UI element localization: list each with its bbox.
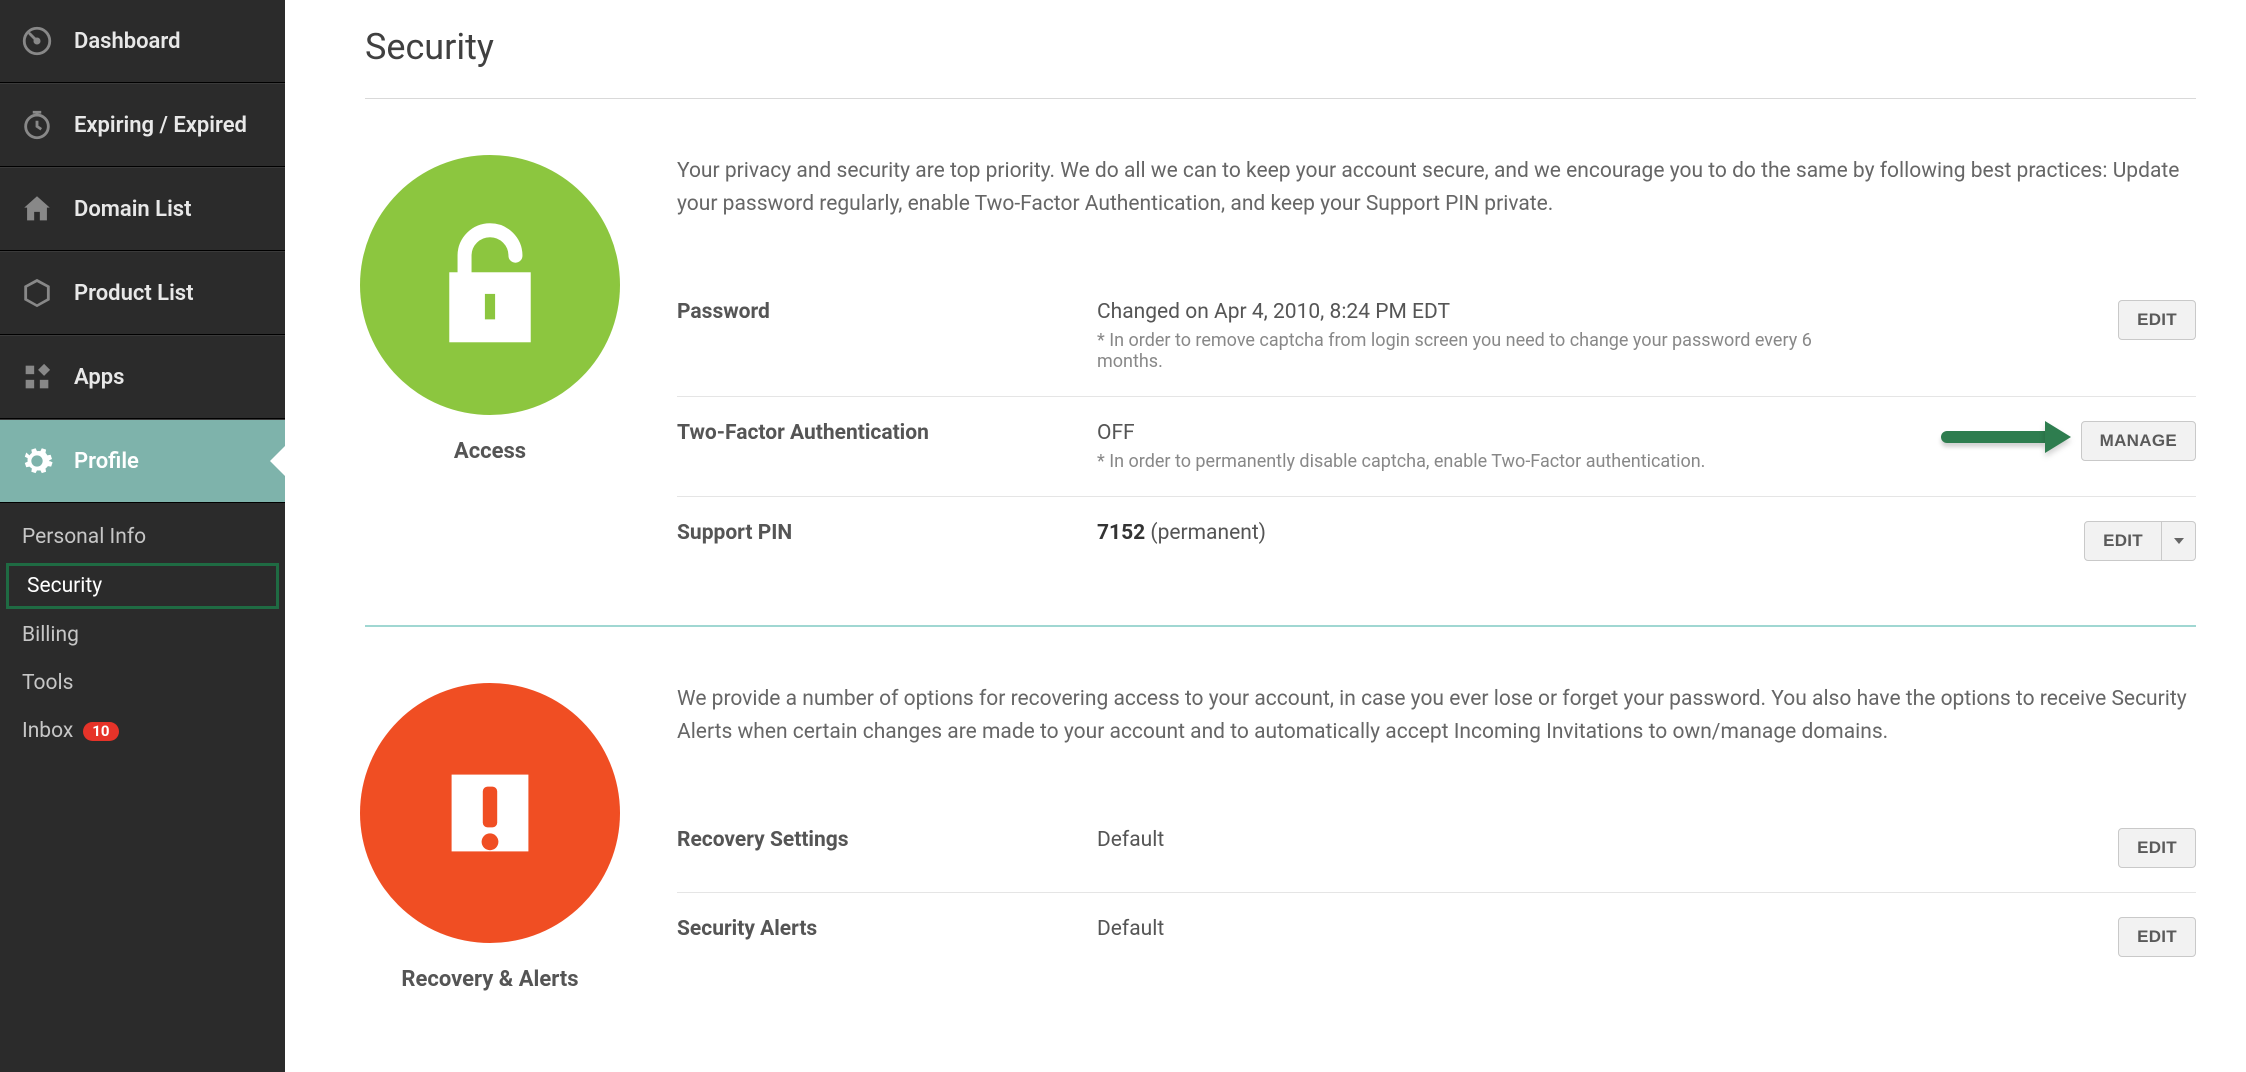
tfa-value-col: OFF * In order to permanently disable ca… (1097, 421, 1921, 472)
sidebar-item-label: Profile (74, 449, 139, 474)
recovery-settings-value-col: Default (1097, 828, 2098, 852)
sidebar-item-profile[interactable]: Profile (0, 419, 285, 503)
apps-icon (20, 360, 54, 394)
alerts-value-col: Default (1097, 917, 2098, 941)
recovery-intro: We provide a number of options for recov… (677, 683, 2196, 748)
sidebar-item-label: Product List (74, 281, 193, 306)
arrow-annotation-icon (1941, 421, 2071, 453)
row-recovery-settings: Recovery Settings Default EDIT (677, 804, 2196, 893)
recovery-body: We provide a number of options for recov… (677, 683, 2196, 981)
manage-tfa-button[interactable]: MANAGE (2081, 421, 2196, 461)
inbox-badge: 10 (83, 722, 118, 741)
subnav-billing[interactable]: Billing (0, 611, 285, 659)
subnav-inbox[interactable]: Inbox 10 (0, 707, 285, 755)
sidebar-item-apps[interactable]: Apps (0, 335, 285, 419)
alerts-label: Security Alerts (677, 917, 1077, 941)
row-security-alerts: Security Alerts Default EDIT (677, 893, 2196, 981)
tfa-value: OFF (1097, 421, 1921, 445)
edit-password-button[interactable]: EDIT (2118, 300, 2196, 340)
password-value: Changed on Apr 4, 2010, 8:24 PM EDT (1097, 300, 2098, 324)
access-body: Your privacy and security are top priori… (677, 155, 2196, 585)
subnav-tools[interactable]: Tools (0, 659, 285, 707)
sidebar-item-label: Apps (74, 365, 124, 390)
unlock-icon (360, 155, 620, 415)
pin-value: 7152 (permanent) (1097, 521, 2064, 545)
sidebar-item-product-list[interactable]: Product List (0, 251, 285, 335)
recovery-settings-label: Recovery Settings (677, 828, 1077, 852)
clock-icon (20, 108, 54, 142)
pin-label: Support PIN (677, 521, 1077, 545)
home-icon (20, 192, 54, 226)
row-password: Password Changed on Apr 4, 2010, 8:24 PM… (677, 276, 2196, 397)
password-label: Password (677, 300, 1077, 324)
recovery-icon-col: Recovery & Alerts (365, 683, 615, 992)
edit-alerts-button[interactable]: EDIT (2118, 917, 2196, 957)
tfa-note: * In order to permanently disable captch… (1097, 451, 1827, 472)
recovery-title: Recovery & Alerts (401, 967, 578, 992)
password-note: * In order to remove captcha from login … (1097, 330, 1827, 372)
box-icon (20, 276, 54, 310)
section-access: Access Your privacy and security are top… (365, 99, 2196, 625)
section-recovery: Recovery & Alerts We provide a number of… (365, 627, 2196, 1032)
access-icon-col: Access (365, 155, 615, 464)
edit-pin-split-button: EDIT (2084, 521, 2196, 561)
tfa-actions: MANAGE (1941, 421, 2196, 461)
access-title: Access (454, 439, 526, 464)
row-tfa: Two-Factor Authentication OFF * In order… (677, 397, 2196, 497)
pin-value-col: 7152 (permanent) (1097, 521, 2064, 545)
sidebar-item-label: Dashboard (74, 29, 180, 54)
page-title: Security (365, 26, 2196, 68)
caret-down-icon (2174, 538, 2184, 544)
sidebar-item-expiring[interactable]: Expiring / Expired (0, 83, 285, 167)
alerts-actions: EDIT (2118, 917, 2196, 957)
access-intro: Your privacy and security are top priori… (677, 155, 2196, 220)
password-value-col: Changed on Apr 4, 2010, 8:24 PM EDT * In… (1097, 300, 2098, 372)
alerts-value: Default (1097, 917, 2098, 941)
sidebar-item-label: Domain List (74, 197, 192, 222)
subnav-personal-info[interactable]: Personal Info (0, 513, 285, 561)
pin-actions: EDIT (2084, 521, 2196, 561)
recovery-settings-value: Default (1097, 828, 2098, 852)
password-actions: EDIT (2118, 300, 2196, 340)
recovery-settings-actions: EDIT (2118, 828, 2196, 868)
edit-pin-dropdown-button[interactable] (2162, 521, 2196, 561)
edit-pin-button[interactable]: EDIT (2084, 521, 2162, 561)
sidebar: Dashboard Expiring / Expired Domain List… (0, 0, 285, 1072)
tfa-label: Two-Factor Authentication (677, 421, 1077, 445)
edit-recovery-settings-button[interactable]: EDIT (2118, 828, 2196, 868)
main-content: Security Access Your privacy and securit… (285, 0, 2246, 1072)
sidebar-subnav: Personal Info Security Billing Tools Inb… (0, 503, 285, 755)
gear-icon (20, 444, 54, 478)
dashboard-icon (20, 24, 54, 58)
sidebar-item-domain-list[interactable]: Domain List (0, 167, 285, 251)
alert-icon (360, 683, 620, 943)
subnav-security[interactable]: Security (6, 563, 279, 609)
sidebar-item-dashboard[interactable]: Dashboard (0, 0, 285, 83)
sidebar-item-label: Expiring / Expired (74, 113, 247, 138)
row-support-pin: Support PIN 7152 (permanent) EDIT (677, 497, 2196, 585)
